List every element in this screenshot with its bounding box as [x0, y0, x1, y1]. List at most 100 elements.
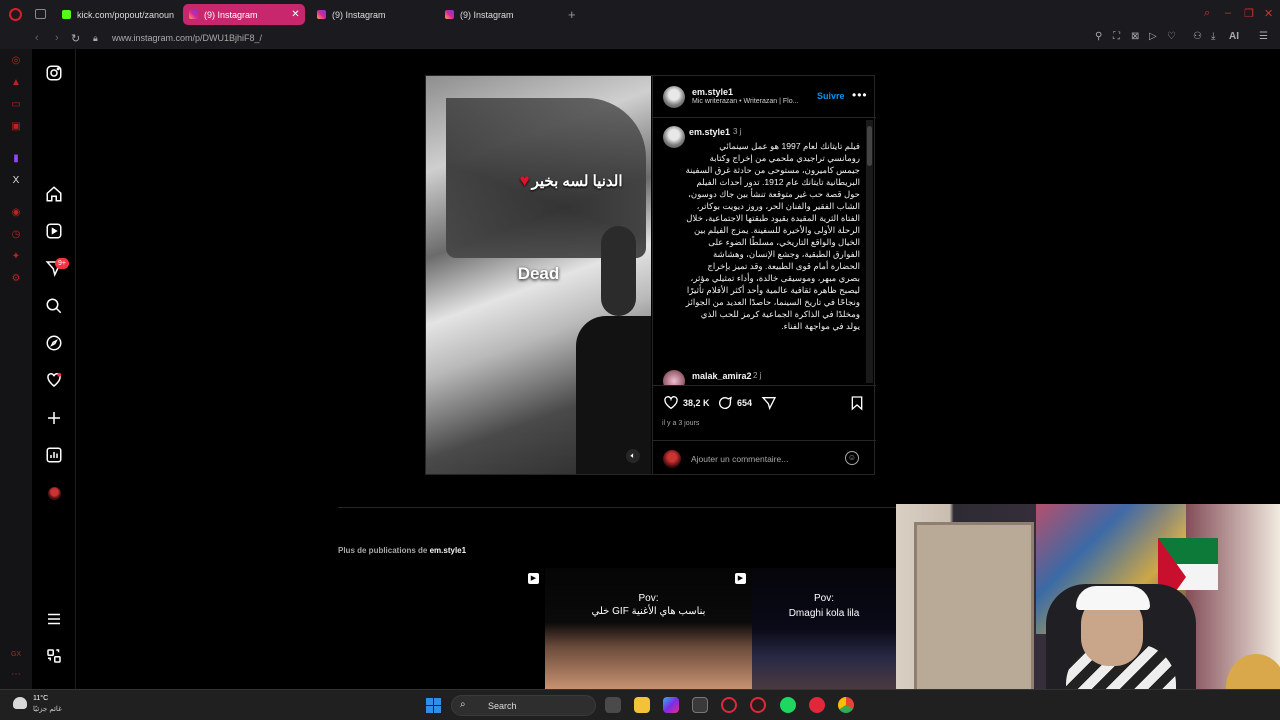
app-red-icon[interactable]: [809, 697, 825, 713]
post-header: em.style1 Mic writerazan • Writerazan | …: [653, 76, 876, 118]
x-icon[interactable]: X: [10, 175, 22, 187]
more-posts-author[interactable]: em.style1: [430, 546, 466, 555]
player-icon[interactable]: ▷: [1149, 31, 1157, 42]
chat-icon[interactable]: ▣: [10, 121, 22, 133]
like-icon[interactable]: [663, 395, 679, 411]
profile-avatar[interactable]: [48, 487, 61, 500]
follow-button[interactable]: Suivre: [817, 91, 845, 101]
messenger-icon[interactable]: ▭: [10, 99, 22, 111]
heart-icon[interactable]: ♡: [1167, 31, 1176, 42]
extensions-icon[interactable]: ✦: [10, 251, 22, 263]
maximize-icon[interactable]: ❐: [1244, 7, 1254, 20]
task-view-icon[interactable]: [605, 697, 621, 713]
more-post-thumb-3[interactable]: Pov: Dmaghi kola lila: [752, 568, 896, 689]
aria-icon[interactable]: ◎: [10, 55, 22, 67]
my-avatar: [663, 450, 681, 468]
tab-overview-icon[interactable]: [35, 9, 46, 19]
twitch-icon[interactable]: ▮: [10, 153, 22, 165]
settings-icon[interactable]: ⚙: [10, 273, 22, 285]
tab-instagram-3[interactable]: (9) Instagram: [439, 4, 559, 25]
instagram-icon: [317, 10, 326, 19]
ai-button[interactable]: AI: [1229, 31, 1239, 42]
save-icon[interactable]: [849, 395, 865, 411]
commenter-username[interactable]: malak_amira2: [692, 371, 752, 381]
reel-icon: ▶: [735, 573, 746, 584]
more-icon[interactable]: ⋯: [10, 669, 22, 681]
tab-instagram-active[interactable]: (9) Instagram ✕: [183, 4, 305, 25]
menu-icon[interactable]: ☰: [1259, 31, 1268, 42]
pin-icon[interactable]: ⚲: [1095, 31, 1102, 42]
close-window-icon[interactable]: ✕: [1264, 7, 1273, 20]
comment-input[interactable]: [691, 451, 841, 467]
search-icon[interactable]: [45, 297, 63, 315]
history-icon[interactable]: ◷: [10, 229, 22, 241]
commenter-avatar[interactable]: [663, 370, 685, 385]
forward-icon[interactable]: ›: [55, 32, 59, 44]
reload-icon[interactable]: ↻: [71, 32, 80, 45]
thumb-3-line-1: Pov:: [813, 593, 834, 604]
overlay-arabic-text: الدنيا لسه بخير: [531, 173, 623, 190]
url-field[interactable]: www.instagram.com/p/DWU1BjhiF8_/: [112, 33, 262, 43]
lock-icon: 🔒︎: [93, 33, 98, 43]
more-post-thumb-2[interactable]: ▶ Pov: خلي GIF بناسب هاي الأغنية: [545, 568, 752, 689]
snapshot-icon[interactable]: ⛶: [1113, 31, 1120, 42]
comment-icon[interactable]: [717, 395, 733, 411]
taskbar-search-label: Search: [488, 701, 517, 711]
cloud-icon[interactable]: [13, 697, 27, 709]
home-icon[interactable]: [45, 185, 63, 203]
player-side-icon[interactable]: ◉: [10, 207, 22, 219]
mute-icon[interactable]: 🔈︎: [626, 449, 640, 463]
explore-icon[interactable]: [45, 334, 63, 352]
download-icon[interactable]: ⤓: [1211, 31, 1215, 42]
scrollbar-thumb[interactable]: [867, 126, 872, 166]
taskbar-search[interactable]: ⌕ Search: [451, 695, 596, 716]
workspace-icon[interactable]: ▲: [10, 77, 22, 89]
copilot-icon[interactable]: [663, 697, 679, 713]
more-posts-prefix: Plus de publications de: [338, 546, 428, 555]
windows-start-icon[interactable]: [426, 698, 441, 713]
opera-gx-icon[interactable]: [750, 697, 766, 713]
adblock-icon[interactable]: ⊠: [1131, 31, 1139, 42]
file-explorer-icon[interactable]: [634, 697, 650, 713]
store-icon[interactable]: [692, 697, 708, 713]
tab-instagram-2[interactable]: (9) Instagram: [311, 4, 431, 25]
more-options-icon[interactable]: •••: [852, 88, 868, 102]
close-tab-icon[interactable]: ✕: [290, 9, 301, 20]
likes-count[interactable]: 38,2 K: [683, 398, 710, 408]
post-date: il y a 3 jours: [662, 420, 700, 427]
comments-count[interactable]: 654: [737, 398, 752, 408]
emoji-icon[interactable]: ☺: [845, 451, 859, 465]
chrome-icon[interactable]: [838, 697, 854, 713]
post-video[interactable]: ♥ الدنيا لسه بخير Dead 🔈︎: [426, 76, 651, 474]
author-avatar[interactable]: [663, 86, 685, 108]
audio-subline[interactable]: Mic writerazan • Writerazan | Flo...: [692, 98, 798, 105]
caption-author[interactable]: em.style1: [689, 127, 730, 137]
thumb-2-line-1: Pov:: [638, 593, 659, 604]
tab-kick[interactable]: kick.com/popout/zanouni: [56, 4, 174, 25]
create-icon[interactable]: [45, 409, 63, 427]
opera-icon[interactable]: [721, 697, 737, 713]
tab-label: (9) Instagram: [460, 9, 514, 20]
search-tabs-icon[interactable]: ⌕: [1204, 7, 1210, 20]
author-username[interactable]: em.style1: [692, 87, 733, 97]
also-from-meta-icon[interactable]: [45, 647, 63, 665]
new-tab-icon[interactable]: +: [568, 7, 576, 22]
gx-icon[interactable]: GX: [10, 649, 22, 661]
account-icon[interactable]: ⚇: [1193, 31, 1202, 42]
instagram-logo-icon[interactable]: [45, 64, 63, 82]
caption-author-avatar[interactable]: [663, 126, 685, 148]
weather-status[interactable]: غائم جزئيًا: [33, 705, 62, 713]
more-post-thumb-1[interactable]: ▶: [338, 568, 545, 689]
spotify-icon[interactable]: [780, 697, 796, 713]
share-icon[interactable]: [761, 395, 777, 411]
reels-icon[interactable]: [45, 222, 63, 240]
back-icon[interactable]: ‹: [35, 32, 39, 44]
notifications-heart-icon[interactable]: [45, 371, 63, 389]
notification-badge: 9+: [55, 258, 69, 269]
opera-logo-icon[interactable]: [9, 8, 22, 21]
dashboard-icon[interactable]: [45, 446, 63, 464]
minimize-icon[interactable]: –: [1225, 7, 1231, 19]
weather-temp[interactable]: 11°C: [33, 695, 48, 702]
more-menu-icon[interactable]: [45, 610, 63, 628]
comments-area: em.style1 3 j فيلم تايتانك لعام 1997 هو …: [653, 118, 876, 385]
